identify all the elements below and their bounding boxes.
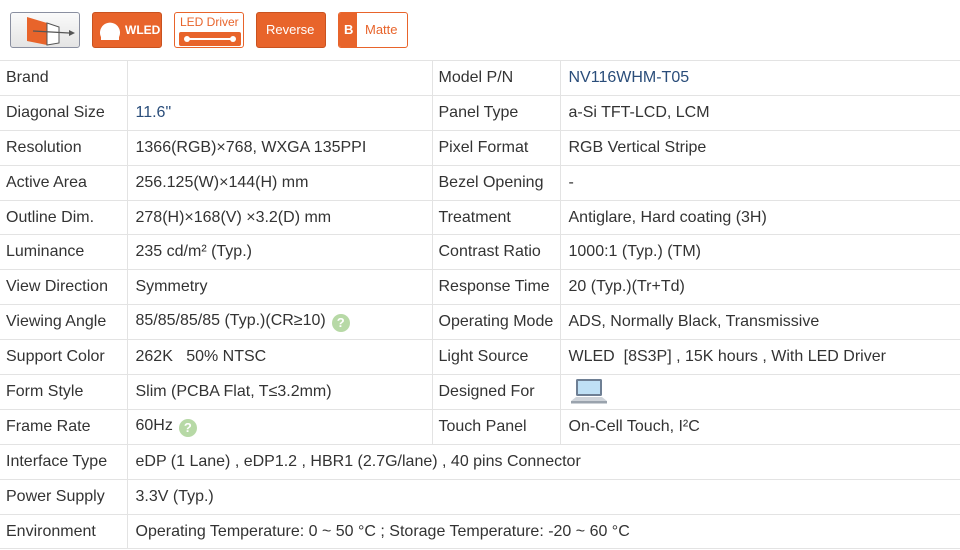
spec-value (127, 60, 433, 96)
spec-label: Response Time (432, 269, 561, 306)
spec-value: eDP (1 Lane) , eDP1.2 , HBR1 (2.7G/lane)… (127, 444, 960, 480)
spec-value: 256.125(W)×144(H) mm (127, 165, 433, 201)
laptop-icon (570, 378, 607, 404)
spec-value: a-Si TFT-LCD, LCM (560, 95, 960, 131)
spec-value: Slim (PCBA Flat, T≤3.2mm) (127, 374, 433, 410)
reverse-badge: Reverse (256, 12, 326, 48)
led-driver-badge: LED Driver (174, 12, 244, 48)
designed-for-cell (560, 374, 960, 410)
spec-value: ADS, Normally Black, Transmissive (560, 304, 960, 341)
table-row: Brand Model P/N NV116WHM-T05 (0, 60, 960, 96)
spec-label: Resolution (0, 130, 128, 166)
table-row: Resolution 1366(RGB)×768, WXGA 135PPI Pi… (0, 130, 960, 166)
table-row: Active Area 256.125(W)×144(H) mm Bezel O… (0, 165, 960, 201)
spec-value: Operating Temperature: 0 ~ 50 °C ; Stora… (127, 514, 960, 550)
spec-table: Brand Model P/N NV116WHM-T05 Diagonal Si… (0, 60, 960, 550)
table-row: Power Supply 3.3V (Typ.) (0, 479, 960, 515)
spec-label: View Direction (0, 269, 128, 306)
model-link[interactable]: NV116WHM-T05 (560, 60, 960, 96)
question-icon[interactable]: ? (178, 418, 197, 437)
spec-label: Operating Mode (432, 304, 561, 341)
spec-value: 20 (Typ.)(Tr+Td) (560, 269, 960, 306)
spec-label: Viewing Angle (0, 304, 128, 341)
spec-value: 278(H)×168(V) ×3.2(D) mm (127, 200, 433, 236)
table-row: Frame Rate 60Hz? Touch Panel On-Cell Tou… (0, 409, 960, 445)
led-driver-label: LED Driver (180, 15, 239, 29)
question-icon[interactable]: ? (331, 314, 350, 333)
table-row: Form Style Slim (PCBA Flat, T≤3.2mm) Des… (0, 374, 960, 410)
bulb-icon (100, 22, 120, 40)
panel-view-badge (10, 12, 80, 48)
spec-label: Designed For (432, 374, 561, 410)
matte-badge: B Matte (338, 12, 408, 48)
spec-value: - (560, 165, 960, 201)
spec-label: Contrast Ratio (432, 234, 561, 271)
wled-label: WLED (125, 23, 161, 37)
spec-value: 85/85/85/85 (Typ.)(CR≥10) (135, 312, 326, 330)
spec-value: 1000:1 (Typ.) (TM) (560, 234, 960, 271)
spec-label: Treatment (432, 200, 561, 236)
panel-angle-icon (27, 17, 75, 46)
spec-label: Environment (0, 514, 128, 550)
table-row: View Direction Symmetry Response Time 20… (0, 269, 960, 306)
spec-label: Active Area (0, 165, 128, 201)
table-row: Viewing Angle 85/85/85/85 (Typ.)(CR≥10)?… (0, 304, 960, 341)
feature-badges: WLED LED Driver Reverse B Matte (0, 0, 960, 60)
spec-label: Panel Type (432, 95, 561, 131)
spec-label: Support Color (0, 339, 128, 376)
driver-connector-icon (179, 32, 241, 46)
spec-value: Symmetry (127, 269, 433, 306)
spec-label: Touch Panel (432, 409, 561, 445)
spec-value: RGB Vertical Stripe (560, 130, 960, 166)
spec-label: Power Supply (0, 479, 128, 515)
spec-label: Frame Rate (0, 409, 128, 445)
table-row: Environment Operating Temperature: 0 ~ 5… (0, 514, 960, 550)
table-row: Outline Dim. 278(H)×168(V) ×3.2(D) mm Tr… (0, 200, 960, 236)
wled-badge: WLED (92, 12, 162, 48)
spec-label: Form Style (0, 374, 128, 410)
diagonal-link[interactable]: 11.6" (127, 95, 433, 131)
matte-label: Matte (365, 22, 398, 37)
reverse-label: Reverse (266, 22, 315, 37)
spec-value-cell: 85/85/85/85 (Typ.)(CR≥10)? (127, 304, 433, 341)
spec-value: 235 cd/m² (Typ.) (127, 234, 433, 271)
spec-label: Bezel Opening (432, 165, 561, 201)
spec-value: WLED [8S3P] , 15K hours , With LED Drive… (560, 339, 960, 376)
spec-label: Light Source (432, 339, 561, 376)
table-row: Support Color 262K 50% NTSC Light Source… (0, 339, 960, 376)
spec-value: On-Cell Touch, I²C (560, 409, 960, 445)
table-row: Diagonal Size 11.6" Panel Type a-Si TFT-… (0, 95, 960, 131)
spec-label: Pixel Format (432, 130, 561, 166)
spec-label: Diagonal Size (0, 95, 128, 131)
table-row: Luminance 235 cd/m² (Typ.) Contrast Rati… (0, 234, 960, 271)
spec-label: Interface Type (0, 444, 128, 480)
matte-letter: B (344, 22, 354, 37)
spec-value-cell: 60Hz? (127, 409, 433, 445)
spec-label: Brand (0, 60, 128, 96)
spec-label: Model P/N (432, 60, 561, 96)
spec-label: Outline Dim. (0, 200, 128, 236)
spec-label: Luminance (0, 234, 128, 271)
table-row: Interface Type eDP (1 Lane) , eDP1.2 , H… (0, 444, 960, 480)
spec-value: 1366(RGB)×768, WXGA 135PPI (127, 130, 433, 166)
spec-value: 60Hz (135, 416, 173, 434)
spec-value: 3.3V (Typ.) (127, 479, 960, 515)
spec-value: Antiglare, Hard coating (3H) (560, 200, 960, 236)
spec-value: 262K 50% NTSC (127, 339, 433, 376)
